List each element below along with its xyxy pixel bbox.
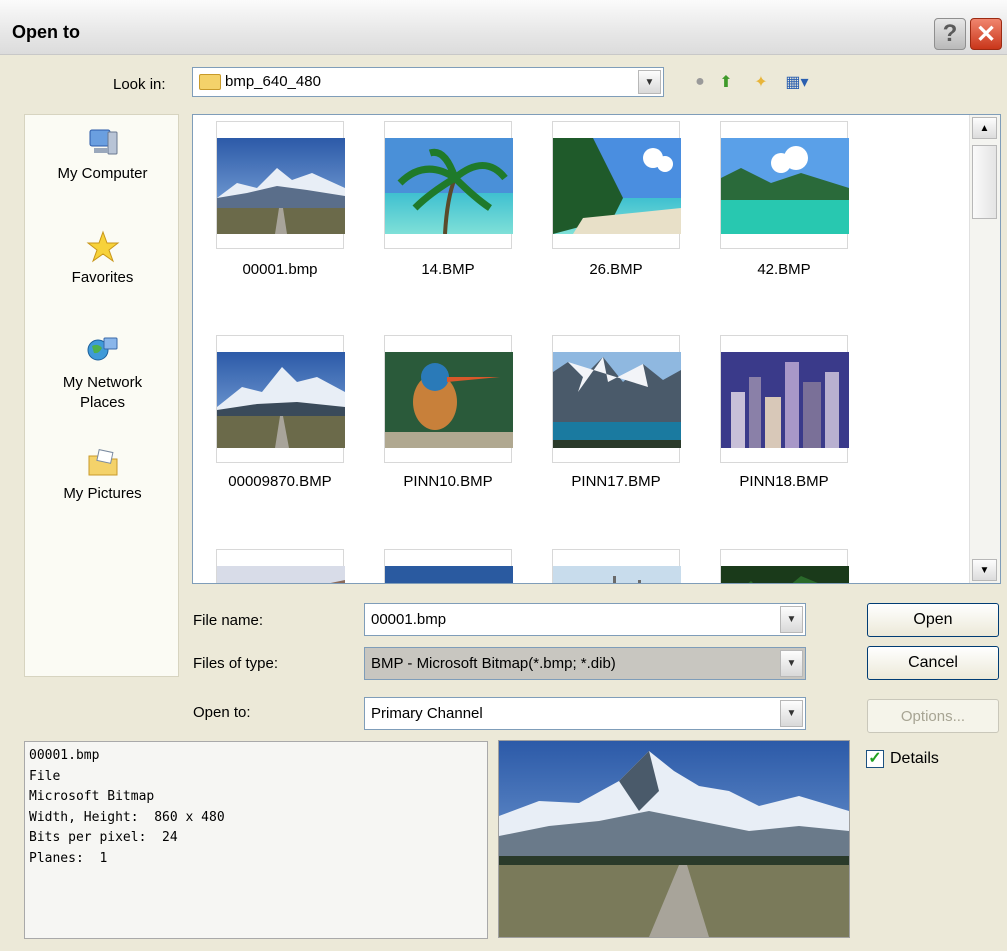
details-panel: 00001.bmp File Microsoft Bitmap Width, H… xyxy=(24,741,488,939)
thumbnail-image xyxy=(217,138,345,234)
file-thumbnail[interactable] xyxy=(384,121,513,249)
place-my-computer[interactable]: My Computer xyxy=(25,125,180,182)
detail-kind: File xyxy=(29,768,61,784)
pictures-folder-icon xyxy=(85,445,121,481)
place-my-pictures[interactable]: My Pictures xyxy=(25,445,180,502)
thumbnail-image xyxy=(217,352,345,448)
thumbnail-image xyxy=(385,566,513,583)
file-thumbnail[interactable] xyxy=(720,335,849,463)
file-name[interactable]: PINN10.BMP xyxy=(363,473,533,490)
close-button[interactable]: ✕ xyxy=(970,18,1002,50)
thumbnail-image xyxy=(553,138,681,234)
up-folder-icon[interactable]: ⬆ xyxy=(716,72,736,92)
file-thumbnail[interactable] xyxy=(720,549,849,583)
file-name-label: File name: xyxy=(193,612,264,629)
scroll-down-icon[interactable]: ▼ xyxy=(972,559,997,581)
file-thumbnail[interactable] xyxy=(552,121,681,249)
open-button[interactable]: Open xyxy=(867,603,999,637)
thumbnail-image xyxy=(721,352,849,448)
open-to-label: Open to: xyxy=(193,704,251,721)
close-icon: ✕ xyxy=(975,20,997,48)
cancel-button[interactable]: Cancel xyxy=(867,646,999,680)
file-thumbnail[interactable] xyxy=(216,121,345,249)
folder-icon xyxy=(199,74,221,90)
places-bar: My Computer Favorites My Network Places … xyxy=(24,114,179,677)
files-of-type-value: BMP - Microsoft Bitmap(*.bmp; *.dib) xyxy=(371,655,616,672)
details-checkbox[interactable]: ✓ xyxy=(866,750,884,768)
view-menu-icon[interactable]: ▦▾ xyxy=(781,72,813,92)
files-of-type-dropdown[interactable]: BMP - Microsoft Bitmap(*.bmp; *.dib) ▼ xyxy=(364,647,806,680)
computer-icon xyxy=(85,125,121,161)
question-mark-icon: ? xyxy=(942,20,958,47)
preview-image xyxy=(499,741,849,937)
place-my-network-places[interactable]: My Network Places xyxy=(25,333,180,413)
detail-bits: Bits per pixel: 24 xyxy=(29,830,178,845)
place-favorites[interactable]: Favorites xyxy=(25,229,180,286)
thumbnail-image xyxy=(385,352,513,448)
look-in-value: bmp_640_480 xyxy=(225,73,321,90)
file-name[interactable]: 26.BMP xyxy=(531,261,701,278)
file-name-value: 00001.bmp xyxy=(371,611,447,628)
back-icon[interactable]: ● xyxy=(690,72,710,92)
open-to-value: Primary Channel xyxy=(371,705,483,722)
thumbnail-image xyxy=(217,566,345,583)
open-to-dialog: Open to ? ✕ Look in: bmp_640_480 ▼ ● ⬆ ✦… xyxy=(0,0,1007,951)
details-checkbox-label[interactable]: Details xyxy=(890,750,939,768)
chevron-down-icon[interactable]: ▼ xyxy=(780,650,803,677)
star-icon xyxy=(85,229,121,265)
help-button[interactable]: ? xyxy=(934,18,966,50)
image-preview xyxy=(498,740,850,938)
detail-name: 00001.bmp xyxy=(29,748,100,763)
chevron-down-icon[interactable]: ▼ xyxy=(780,606,803,633)
look-in-label: Look in: xyxy=(113,76,166,93)
detail-dimensions: Width, Height: 860 x 480 xyxy=(29,809,225,825)
vertical-scrollbar[interactable]: ▲ ▼ xyxy=(969,115,1000,583)
open-to-dropdown[interactable]: Primary Channel ▼ xyxy=(364,697,806,730)
title-bar: Open to ? ✕ xyxy=(0,0,1007,55)
thumbnail-image xyxy=(721,566,849,583)
thumbnail-image xyxy=(553,566,681,583)
file-thumbnail[interactable] xyxy=(552,549,681,583)
file-name[interactable]: 00001.bmp xyxy=(195,261,365,278)
file-thumbnail[interactable] xyxy=(720,121,849,249)
file-list: 00001.bmp 14.BMP 26.BMP 42.BMP 00009870.… xyxy=(192,114,1001,584)
file-name[interactable]: 00009870.BMP xyxy=(195,473,365,490)
chevron-down-icon[interactable]: ▼ xyxy=(638,70,661,94)
thumbnail-image xyxy=(385,138,513,234)
file-thumbnail[interactable] xyxy=(384,335,513,463)
thumbnail-image xyxy=(721,138,849,234)
checkmark-icon: ✓ xyxy=(868,750,882,767)
scroll-up-icon[interactable]: ▲ xyxy=(972,117,997,139)
detail-planes: Planes: 1 xyxy=(29,850,108,866)
file-name[interactable]: 42.BMP xyxy=(699,261,869,278)
place-label: My Computer xyxy=(57,165,148,182)
file-name[interactable]: PINN17.BMP xyxy=(531,473,701,490)
files-of-type-label: Files of type: xyxy=(193,655,279,672)
file-name-input[interactable]: 00001.bmp ▼ xyxy=(364,603,806,636)
file-thumbnail[interactable] xyxy=(552,335,681,463)
file-thumbnail[interactable] xyxy=(216,335,345,463)
options-button[interactable]: Options... xyxy=(867,699,999,733)
detail-format: Microsoft Bitmap xyxy=(29,789,155,804)
scroll-thumb[interactable] xyxy=(972,145,997,219)
file-thumbnail[interactable] xyxy=(384,549,513,583)
file-thumbnail[interactable] xyxy=(216,549,345,583)
chevron-down-icon[interactable]: ▼ xyxy=(780,700,803,727)
dialog-title: Open to xyxy=(12,22,80,42)
file-name[interactable]: PINN18.BMP xyxy=(699,473,869,490)
place-label: My Pictures xyxy=(63,485,142,502)
new-folder-icon[interactable]: ✦ xyxy=(751,72,771,92)
place-label: My Network Places xyxy=(62,374,143,411)
network-icon xyxy=(85,333,121,369)
thumbnail-image xyxy=(553,352,681,448)
look-in-dropdown[interactable]: bmp_640_480 ▼ xyxy=(192,67,664,97)
place-label: Favorites xyxy=(71,269,134,286)
file-name[interactable]: 14.BMP xyxy=(363,261,533,278)
